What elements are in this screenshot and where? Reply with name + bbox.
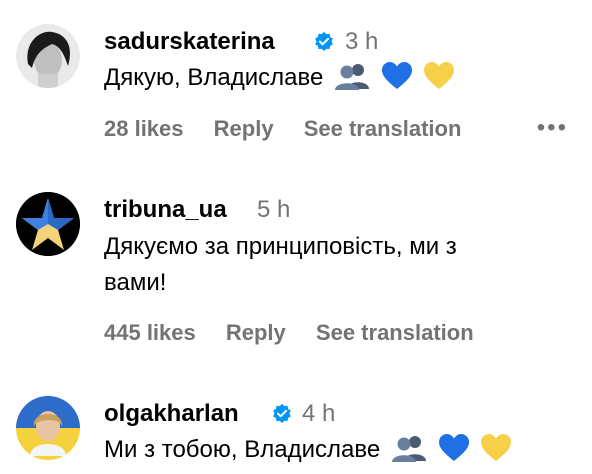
comment-text: Ми з тобою, Владиславе	[104, 432, 574, 474]
verified-badge-icon	[315, 31, 333, 51]
yellow-heart-icon	[423, 61, 455, 102]
comment-actions: 28 likes Reply See translation	[104, 116, 461, 142]
comment-text: Дякуємо за принциповість, ми з вами!	[104, 229, 574, 301]
username[interactable]: olgakharlan	[104, 400, 239, 428]
comment-text-content: Дякую, Владиславе	[104, 64, 324, 91]
likes-count[interactable]: 445 likes	[104, 320, 196, 346]
avatar[interactable]	[16, 396, 80, 460]
blue-heart-icon	[381, 61, 413, 102]
avatar[interactable]	[16, 24, 80, 88]
verified-badge-icon	[273, 403, 291, 423]
more-options-icon[interactable]: •••	[537, 114, 568, 142]
comment-text-line-1: Дякуємо за принциповість, ми з	[104, 233, 457, 260]
timestamp: 5 h	[257, 196, 291, 223]
username[interactable]: tribuna_ua	[104, 196, 227, 224]
reply-button[interactable]: Reply	[214, 116, 274, 142]
comment-text: Дякую, Владиславе	[104, 60, 574, 102]
see-translation-button[interactable]: See translation	[316, 320, 474, 346]
avatar[interactable]	[16, 192, 80, 256]
see-translation-button[interactable]: See translation	[304, 116, 462, 142]
reply-button[interactable]: Reply	[226, 320, 286, 346]
comment-text-line-2: вами!	[104, 269, 167, 296]
busts-in-silhouette-icon	[334, 61, 370, 102]
timestamp: 3 h	[345, 28, 379, 55]
timestamp: 4 h	[302, 400, 336, 427]
comment-actions: 445 likes Reply See translation	[104, 320, 474, 346]
comment-text-content: Ми з тобою, Владиславе	[104, 436, 381, 463]
username[interactable]: sadurskaterina	[104, 28, 275, 56]
likes-count[interactable]: 28 likes	[104, 116, 184, 142]
